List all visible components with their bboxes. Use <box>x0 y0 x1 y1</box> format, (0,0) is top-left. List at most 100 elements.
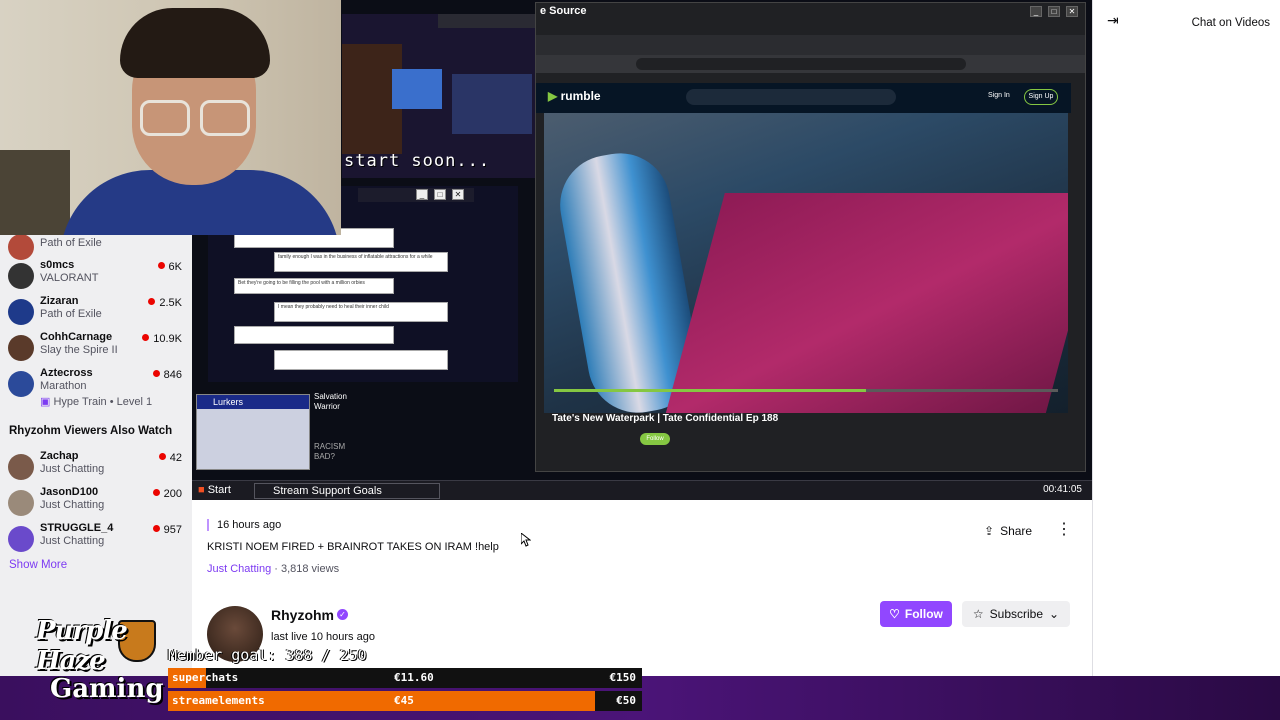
channel-name: JasonD100 <box>40 486 99 498</box>
goal-label: streamelements <box>172 694 265 707</box>
channel-game: Just Chatting <box>40 535 105 547</box>
star-icon: ☆ <box>972 607 984 621</box>
viewer-count-value: 6K <box>168 261 182 273</box>
window-titlebar <box>438 14 538 28</box>
chat-bubble <box>234 326 394 344</box>
rumble-progress-bar <box>554 389 1058 392</box>
sidebar-channel-cohhcarnage[interactable]: CohhCarnage Slay the Spire II 10.9K <box>8 331 188 367</box>
heart-icon: ♡ <box>889 607 900 621</box>
also-watch-heading: Rhyzohm Viewers Also Watch <box>9 425 173 437</box>
video-timestamp: 16 hours ago <box>207 519 281 531</box>
channel-name: STRUGGLE_4 <box>40 522 114 534</box>
sidebar-channel-jasond100[interactable]: JasonD100 Just Chatting 200 <box>8 486 188 522</box>
verified-badge-icon: ✓ <box>337 609 348 620</box>
channel-game: Slay the Spire II <box>40 344 118 356</box>
follow-button[interactable]: ♡ Follow <box>880 601 952 627</box>
follow-label: Follow <box>904 607 943 621</box>
share-label: Share <box>1000 524 1033 538</box>
maximize-icon: □ <box>434 189 446 200</box>
live-dot-icon <box>158 453 166 460</box>
browser-title: e Source <box>540 5 587 17</box>
browser-url-field <box>636 58 966 70</box>
video-title: KRISTI NOEM FIRED + BRAINROT TAKES ON IR… <box>207 541 499 553</box>
viewer-count: 846 <box>152 369 182 381</box>
sidebar-channel-zachap[interactable]: Zachap Just Chatting 42 <box>8 450 188 486</box>
channel-avatar <box>8 263 34 289</box>
video-category-row: Just Chatting · 3,818 views <box>207 563 339 575</box>
webcam-object <box>0 150 70 235</box>
collapse-chat-icon[interactable]: ⇥ <box>1107 12 1119 29</box>
rumble-header: ▶ rumble Sign In Sign Up <box>536 83 1071 113</box>
chat-bubble: Bet they're going to be filling the pool… <box>234 278 394 294</box>
channel-name: Zachap <box>40 450 79 462</box>
channel-name: CohhCarnage <box>40 331 113 343</box>
streamer-name[interactable]: Rhyzohm <box>271 607 334 623</box>
background-monitor <box>452 74 532 134</box>
rumble-search <box>686 89 896 105</box>
viewer-count: 957 <box>152 524 182 536</box>
viewer-count-value: 42 <box>169 452 182 464</box>
browser-tab-strip <box>536 35 1085 55</box>
chat-bubble: family enough I was in the business of i… <box>274 252 448 272</box>
starting-soon-text: start soon... <box>344 151 491 171</box>
goal-label: superchats <box>172 671 239 684</box>
hype-train-icon: ▣ <box>40 396 51 408</box>
superchats-goal-bar: superchats €11.60 €150 <box>168 668 642 688</box>
background-monitor <box>392 69 442 109</box>
logo-line-2: Gaming <box>50 674 164 704</box>
overlay-taskbar: ■ Start Stream Support Goals 00:41:05 <box>192 480 1092 500</box>
subscribe-button[interactable]: ☆ Subscribe ⌄ <box>962 601 1070 627</box>
sidebar-channel-s0mcs[interactable]: s0mcs VALORANT 6K <box>8 259 188 295</box>
share-button[interactable]: ⇪ Share <box>974 520 1046 542</box>
goal-current: €45 <box>394 694 414 707</box>
share-icon: ⇪ <box>984 524 995 538</box>
show-more-link[interactable]: Show More <box>9 559 67 571</box>
category-link[interactable]: Just Chatting <box>207 563 271 575</box>
rumble-video-meta: Follow <box>536 429 1071 451</box>
channel-name: Zizaran <box>40 295 79 307</box>
hype-train-label: Hype Train • Level 1 <box>53 396 153 408</box>
taskbar-clock: 00:41:05 <box>1043 484 1082 495</box>
streamer-hair <box>120 8 270 78</box>
rumble-logo-text: rumble <box>560 89 601 103</box>
channel-game: VALORANT <box>40 272 99 284</box>
windows-logo-icon: ■ <box>198 484 205 496</box>
hype-train-badge: ▣ Hype Train • Level 1 <box>40 395 152 408</box>
channel-game: Marathon <box>40 380 87 392</box>
viewer-count-value: 846 <box>163 369 182 381</box>
taskbar-start: ■ Start <box>198 484 231 496</box>
close-icon: ✕ <box>1066 6 1078 17</box>
channel-game: Just Chatting <box>40 499 105 511</box>
live-dot-icon <box>152 489 160 496</box>
more-options-icon[interactable]: ⋮ <box>1054 520 1074 542</box>
viewer-count-value: 200 <box>163 488 182 500</box>
racism-bad-text: RACISM BAD? <box>314 442 346 461</box>
rumble-video-title: Tate's New Waterpark | Tate Confidential… <box>552 413 779 424</box>
channel-avatar <box>8 490 34 516</box>
taskbar-goals: Stream Support Goals <box>254 483 440 499</box>
chevron-down-icon: ⌄ <box>1049 607 1060 621</box>
channel-name: s0mcs <box>40 259 75 271</box>
chat-bubble <box>274 350 448 370</box>
viewer-count: 42 <box>158 452 182 464</box>
channel-logo-overlay: Purple Haze Gaming <box>0 614 170 720</box>
sidebar-channel-aztecross[interactable]: Aztecross Marathon ▣ Hype Train • Level … <box>8 367 188 413</box>
chat-panel-title: Chat on Videos <box>1191 17 1270 29</box>
lurkers-window: Lurkers <box>196 394 310 470</box>
lurkers-titlebar: Lurkers <box>197 395 309 409</box>
sidebar-channel-zizaran[interactable]: Zizaran Path of Exile 2.5K <box>8 295 188 331</box>
rumble-signup: Sign Up <box>1024 89 1058 105</box>
goal-current: €11.60 <box>394 671 434 684</box>
chat-panel: ⇥ Chat on Videos <box>1092 0 1280 676</box>
salvation-warrior-text: Salvation Warrior <box>314 392 347 411</box>
live-dot-icon <box>148 298 156 305</box>
channel-avatar <box>8 371 34 397</box>
channel-avatar <box>8 454 34 480</box>
viewer-count: 6K <box>157 261 182 273</box>
glasses-right <box>200 100 250 136</box>
goal-target: €150 <box>609 671 637 684</box>
live-dot-icon <box>152 370 160 377</box>
channel-game: Path of Exile <box>40 237 102 249</box>
glasses-left <box>140 100 190 136</box>
sidebar-channel-struggle4[interactable]: STRUGGLE_4 Just Chatting 957 <box>8 522 188 558</box>
